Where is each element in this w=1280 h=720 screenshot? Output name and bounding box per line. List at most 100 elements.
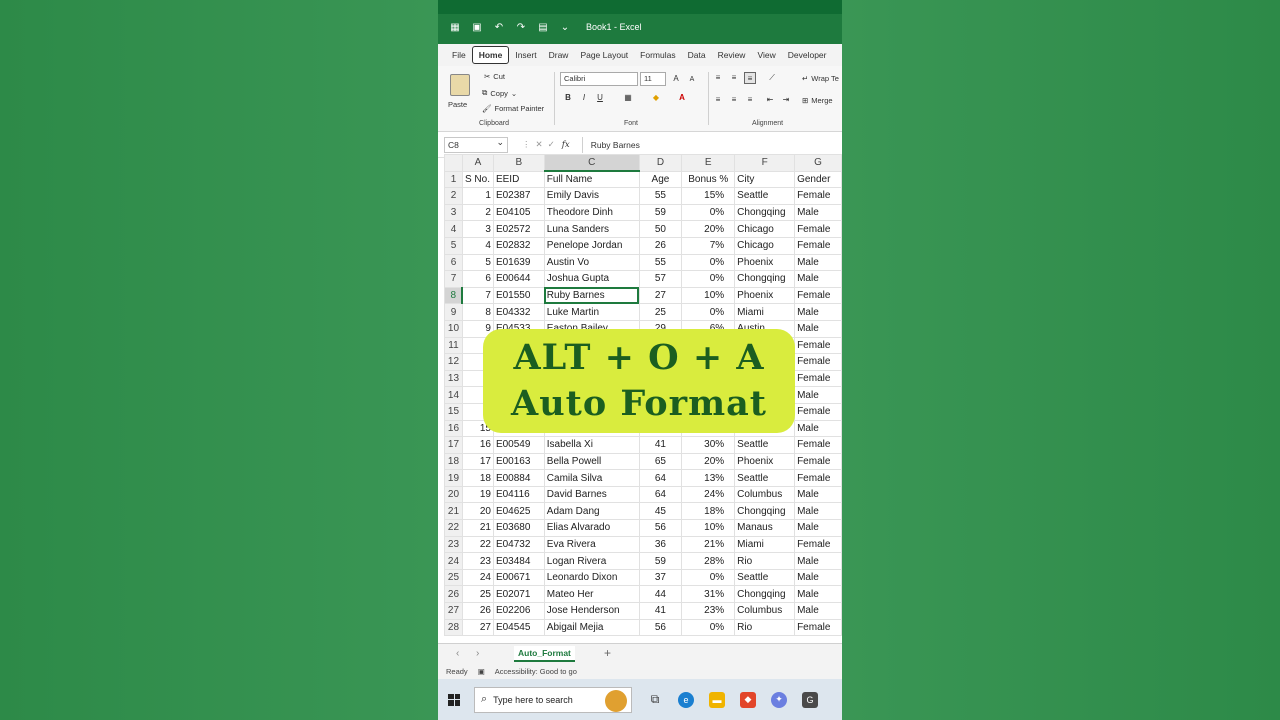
- cell[interactable]: 10%: [681, 286, 736, 305]
- cell[interactable]: 50: [638, 220, 683, 238]
- cell[interactable]: 7%: [681, 236, 736, 255]
- cell[interactable]: E00549: [492, 436, 545, 454]
- accessibility-status[interactable]: Accessibility: Good to go: [495, 667, 577, 676]
- tab-draw[interactable]: Draw: [543, 47, 575, 63]
- cell[interactable]: Chongqing: [734, 585, 796, 604]
- font-name-select[interactable]: Calibri: [560, 72, 638, 86]
- cell[interactable]: 59: [638, 552, 683, 570]
- increase-indent-icon[interactable]: ⇥: [780, 94, 792, 106]
- cell[interactable]: E04545: [492, 618, 545, 637]
- cell[interactable]: Seattle: [734, 187, 796, 205]
- sheet-tab-auto-format[interactable]: Auto_Format: [514, 646, 575, 662]
- copilot-icon[interactable]: ✦: [771, 691, 787, 708]
- save-icon[interactable]: ▣: [470, 21, 484, 33]
- cell[interactable]: Seattle: [734, 469, 796, 487]
- redo-icon[interactable]: ↷: [514, 21, 528, 33]
- cell[interactable]: E01550: [492, 286, 545, 305]
- decrease-font-icon[interactable]: A: [686, 74, 698, 86]
- bold-button[interactable]: B: [562, 92, 574, 104]
- cell[interactable]: Logan Rivera: [543, 552, 640, 570]
- align-right-icon[interactable]: ≡: [744, 94, 756, 106]
- cell[interactable]: David Barnes: [543, 485, 640, 504]
- align-bottom-icon[interactable]: ≡: [744, 72, 756, 84]
- cell[interactable]: Austin Vo: [543, 253, 640, 272]
- cell[interactable]: Male: [794, 568, 842, 587]
- cell[interactable]: Female: [794, 353, 842, 371]
- cell[interactable]: E04116: [492, 485, 545, 504]
- cell[interactable]: Female: [794, 236, 842, 255]
- font-color-icon[interactable]: A: [676, 92, 688, 104]
- cell[interactable]: E02387: [492, 187, 545, 205]
- cell[interactable]: Rio: [734, 618, 796, 637]
- cell[interactable]: 18: [461, 469, 494, 487]
- cell[interactable]: Seattle: [734, 436, 796, 454]
- cell[interactable]: Chicago: [734, 236, 796, 255]
- cell[interactable]: 22: [461, 535, 494, 554]
- cell[interactable]: 8: [461, 303, 494, 321]
- format-painter-button[interactable]: 🖌 Format Painter: [482, 104, 544, 113]
- cell[interactable]: Male: [794, 485, 842, 504]
- row-header[interactable]: 10: [444, 319, 463, 338]
- cell[interactable]: Gender: [794, 170, 842, 189]
- orientation-icon[interactable]: ⟋: [766, 72, 778, 84]
- cell[interactable]: Theodore Dinh: [543, 203, 640, 222]
- cell[interactable]: 65: [638, 452, 683, 471]
- cell[interactable]: 64: [638, 485, 683, 504]
- cell[interactable]: E02572: [492, 220, 545, 238]
- cell[interactable]: E00163: [492, 452, 545, 471]
- cell[interactable]: 19: [461, 485, 494, 504]
- cell[interactable]: Male: [794, 270, 842, 288]
- customize-qat-icon[interactable]: ⌄: [558, 21, 572, 33]
- file-explorer-icon[interactable]: ▬: [709, 691, 725, 708]
- add-sheet-button[interactable]: +: [604, 646, 611, 660]
- align-center-icon[interactable]: ≡: [728, 94, 740, 106]
- cell[interactable]: 5: [461, 253, 494, 272]
- cell[interactable]: 21%: [681, 535, 736, 554]
- row-header[interactable]: 13: [444, 369, 463, 388]
- cell[interactable]: Phoenix: [734, 452, 796, 471]
- cell[interactable]: 13%: [681, 469, 736, 487]
- cell[interactable]: 0%: [681, 203, 736, 222]
- tab-developer[interactable]: Developer: [782, 47, 833, 63]
- cell[interactable]: Male: [794, 253, 842, 272]
- cell[interactable]: 56: [638, 618, 683, 637]
- row-header[interactable]: 20: [444, 485, 463, 504]
- taskbar-search[interactable]: ⌕ Type here to search: [474, 686, 632, 713]
- insert-function-button[interactable]: fx: [562, 140, 570, 150]
- tab-file[interactable]: File: [446, 47, 472, 63]
- row-header[interactable]: 6: [444, 253, 463, 272]
- tab-insert[interactable]: Insert: [509, 47, 542, 63]
- cell[interactable]: 18%: [681, 502, 736, 521]
- cell[interactable]: E04105: [492, 203, 545, 222]
- increase-font-icon[interactable]: A: [670, 73, 682, 85]
- row-header[interactable]: 17: [444, 436, 463, 454]
- row-header[interactable]: 14: [444, 386, 463, 404]
- cell[interactable]: Elias Alvarado: [543, 519, 640, 537]
- cell[interactable]: Full Name: [543, 170, 640, 189]
- cell[interactable]: 26: [461, 602, 494, 620]
- tab-data[interactable]: Data: [682, 47, 712, 63]
- cell[interactable]: Penelope Jordan: [543, 236, 640, 255]
- cell[interactable]: Male: [794, 502, 842, 521]
- cell[interactable]: Manaus: [734, 519, 796, 537]
- column-header-e[interactable]: E: [681, 154, 736, 172]
- cell[interactable]: Chongqing: [734, 203, 796, 222]
- cell[interactable]: Adam Dang: [543, 502, 640, 521]
- merge-center-button[interactable]: ⊞ Merge: [802, 96, 833, 105]
- fill-color-icon[interactable]: ◆: [650, 92, 662, 104]
- cell[interactable]: Seattle: [734, 568, 796, 587]
- selected-cell[interactable]: Ruby Barnes: [543, 286, 640, 305]
- row-header[interactable]: 21: [444, 502, 463, 521]
- cell[interactable]: Male: [794, 585, 842, 604]
- cell[interactable]: Phoenix: [734, 253, 796, 272]
- row-header[interactable]: 7: [444, 270, 463, 288]
- row-header[interactable]: 9: [444, 303, 463, 321]
- cell[interactable]: Male: [794, 419, 842, 438]
- paste-icon[interactable]: [450, 74, 470, 96]
- cell[interactable]: 23: [461, 552, 494, 570]
- row-header[interactable]: 16: [444, 419, 463, 438]
- cell[interactable]: 6: [461, 270, 494, 288]
- cell[interactable]: 20: [461, 502, 494, 521]
- column-header-d[interactable]: D: [638, 154, 683, 172]
- cell[interactable]: 17: [461, 452, 494, 471]
